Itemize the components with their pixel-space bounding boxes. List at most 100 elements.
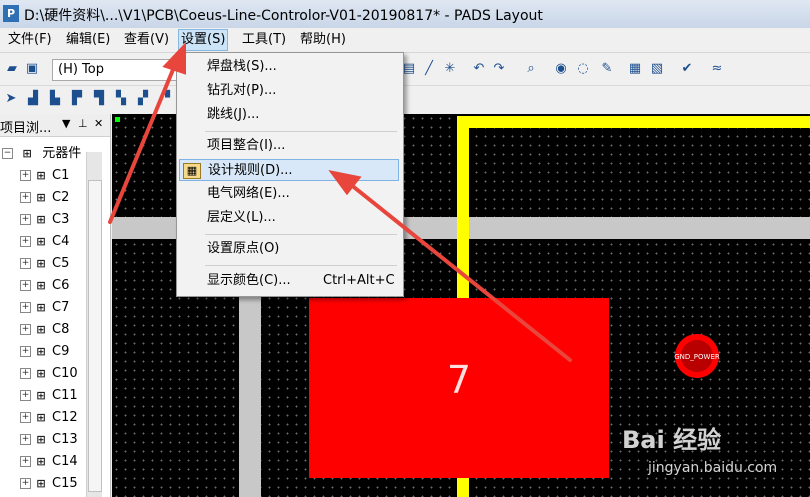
panel-menu-icon[interactable]: ▼ (62, 117, 70, 130)
component-icon: ⊞ (36, 367, 46, 380)
tree-item-component[interactable]: + ⊞ C6 (0, 276, 69, 296)
bga-toolbar-icon[interactable]: ▚ (112, 90, 130, 108)
dimension-toolbar-icon[interactable]: ▛ (68, 90, 86, 108)
menu-help[interactable]: 帮助(H) (298, 31, 348, 49)
component-label: C11 (52, 388, 78, 403)
menu-tools[interactable]: 工具(T) (240, 31, 288, 49)
main-toolbar: ▰ ▣ (H) Top ▤ ╱ ✳ ↶ ↷ ⌕ ◉ ◌ ✎ ▦ ▧ ✔ ≈ (0, 53, 810, 86)
menu-item-set-origin[interactable]: 设置原点(O) (179, 238, 399, 260)
expand-icon[interactable]: + (20, 192, 31, 203)
ecoregion-toolbar-icon[interactable]: ▜ (90, 90, 108, 108)
origin-marker (115, 117, 120, 122)
expand-icon[interactable]: + (20, 302, 31, 313)
component-icon: ⊞ (36, 455, 46, 468)
expand-icon[interactable]: + (20, 368, 31, 379)
menu-shortcut: Ctrl+Alt+C (323, 273, 395, 288)
scrollbar-thumb[interactable] (88, 180, 102, 492)
panel-scrollbar[interactable] (86, 152, 102, 497)
baidu-watermark: Bai 经验 jingyan.baidu.com (612, 410, 810, 497)
pad-stack-icon[interactable]: ▦ (626, 60, 644, 78)
expand-icon[interactable]: + (20, 412, 31, 423)
router-icon[interactable]: ≈ (708, 60, 726, 78)
tree-item-component[interactable]: + ⊞ C8 (0, 320, 69, 340)
menu-item-design-rules[interactable]: ▦ 设计规则(D)... (179, 159, 399, 181)
sketch-toolbar-icon[interactable]: ▞ (134, 90, 152, 108)
layers-icon[interactable]: ▧ (648, 60, 666, 78)
redo-icon[interactable]: ↷ (490, 60, 508, 78)
menu-view[interactable]: 查看(V) (122, 31, 171, 49)
tree-item-component[interactable]: + ⊞ C10 (0, 364, 78, 384)
expand-icon[interactable]: + (20, 390, 31, 401)
menu-item-pad-stacks[interactable]: 焊盘栈(S)... (179, 56, 399, 78)
menu-item-drill-pairs[interactable]: 钻孔对(P)... (179, 80, 399, 102)
title-bar: P D:\硬件资料\...\V1\PCB\Coeus-Line-Controlo… (0, 0, 810, 28)
tree-item-component[interactable]: + ⊞ C5 (0, 254, 69, 274)
menu-item-display-colors[interactable]: 显示颜色(C)... Ctrl+Alt+C (179, 270, 399, 292)
collapse-icon[interactable]: − (2, 148, 13, 159)
component-label: C15 (52, 476, 78, 491)
brush-icon[interactable]: ✎ (598, 60, 616, 78)
tree-item-component[interactable]: + ⊞ C11 (0, 386, 78, 406)
tree-item-component[interactable]: + ⊞ C12 (0, 408, 78, 428)
tree-item-component[interactable]: + ⊞ C13 (0, 430, 78, 450)
component-icon: ⊞ (36, 323, 46, 336)
more-toolbar-icon[interactable]: ▝ (156, 90, 174, 108)
menu-file[interactable]: 文件(F) (6, 31, 54, 49)
component-label: C12 (52, 410, 78, 425)
zoom-icon[interactable]: ⌕ (522, 60, 540, 78)
hide-nets-icon[interactable]: ◌ (574, 60, 592, 78)
tree-item-component[interactable]: + ⊞ C14 (0, 452, 78, 472)
tree-item-component[interactable]: + ⊞ C7 (0, 298, 69, 318)
component-label: C10 (52, 366, 78, 381)
drafting-toolbar-icon[interactable]: ▙ (46, 90, 64, 108)
component-icon: ⊞ (36, 191, 46, 204)
menu-edit[interactable]: 编辑(E) (64, 31, 112, 49)
tree-root-label: 元器件 (42, 146, 82, 161)
expand-icon[interactable]: + (20, 434, 31, 445)
component-icon: ⊞ (36, 411, 46, 424)
expand-icon[interactable]: + (20, 478, 31, 489)
expand-icon[interactable]: + (20, 324, 31, 335)
tree-item-component[interactable]: + ⊞ C2 (0, 188, 69, 208)
expand-icon[interactable]: + (20, 214, 31, 225)
expand-icon[interactable]: + (20, 170, 31, 181)
menu-separator (205, 265, 397, 266)
component-label: C6 (52, 278, 70, 293)
component-icon: ⊞ (36, 169, 46, 182)
window-title: D:\硬件资料\...\V1\PCB\Coeus-Line-Controlor-… (24, 8, 543, 24)
expand-icon[interactable]: + (20, 456, 31, 467)
layer-select[interactable]: (H) Top (52, 59, 178, 81)
design-toolbar-icon[interactable]: ▟ (24, 90, 42, 108)
tree-item-component[interactable]: + ⊞ C9 (0, 342, 69, 362)
undo-icon[interactable]: ↶ (470, 60, 488, 78)
component-icon: ⊞ (36, 213, 46, 226)
select-arrow-icon[interactable]: ➤ (2, 90, 20, 108)
expand-icon[interactable]: + (20, 236, 31, 247)
tree-root-components[interactable]: − ⊞ 元器件 (0, 144, 81, 164)
component-label: C13 (52, 432, 78, 447)
menu-item-project-integrity[interactable]: 项目整合(I)... (179, 135, 399, 157)
open-folder-icon[interactable]: ▰ (3, 60, 21, 78)
expand-icon[interactable]: + (20, 346, 31, 357)
verify-icon[interactable]: ✔ (678, 60, 696, 78)
via[interactable]: GND_POWER (674, 334, 720, 378)
close-icon[interactable]: ✕ (94, 117, 103, 130)
view-nets-icon[interactable]: ◉ (552, 60, 570, 78)
pin-icon[interactable]: ⊥ (78, 117, 88, 130)
diagonal-route-icon[interactable]: ╱ (420, 60, 438, 78)
component-label: C2 (52, 190, 70, 205)
smd-pad[interactable]: 7 (309, 298, 609, 478)
tree-item-component[interactable]: + ⊞ C15 (0, 474, 78, 494)
menu-item-jumpers[interactable]: 跳线(J)... (179, 104, 399, 126)
spread-icon[interactable]: ✳ (441, 60, 459, 78)
tree-item-component[interactable]: + ⊞ C3 (0, 210, 69, 230)
menu-item-layer-definition[interactable]: 层定义(L)... (179, 207, 399, 229)
component-group-icon: ⊞ (22, 147, 32, 160)
menu-item-electrical-nets[interactable]: 电气网络(E)... (179, 183, 399, 205)
save-icon[interactable]: ▣ (23, 60, 41, 78)
expand-icon[interactable]: + (20, 258, 31, 269)
menu-settings[interactable]: 设置(S) (178, 29, 229, 51)
tree-item-component[interactable]: + ⊞ C1 (0, 166, 69, 186)
expand-icon[interactable]: + (20, 280, 31, 291)
tree-item-component[interactable]: + ⊞ C4 (0, 232, 69, 252)
